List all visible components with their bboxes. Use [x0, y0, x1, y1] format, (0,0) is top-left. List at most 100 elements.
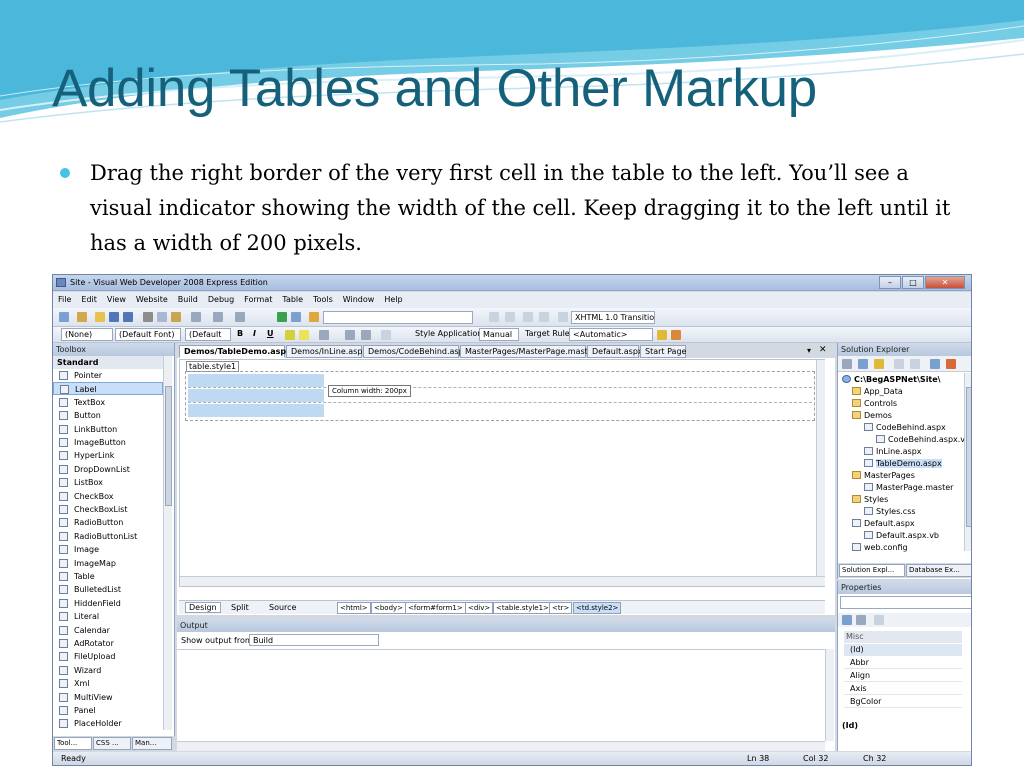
tree-item[interactable]: CodeBehind.aspx [864, 423, 946, 432]
breadcrumb-html[interactable]: <html> [337, 602, 371, 614]
view-code-icon[interactable] [894, 359, 904, 369]
start-debug-icon[interactable] [277, 312, 287, 322]
table-cell[interactable] [188, 389, 324, 402]
properties-object-combo[interactable] [840, 596, 971, 609]
toolbox-item-hiddenfield[interactable]: HiddenField [53, 597, 163, 610]
property-row[interactable]: (Id) [844, 644, 962, 656]
tab-inline[interactable]: Demos/InLine.aspx [286, 345, 367, 358]
style-combo[interactable]: (None) [61, 328, 113, 341]
tree-item[interactable]: Default.aspx [852, 519, 915, 528]
forecolor-icon[interactable] [285, 330, 295, 340]
open-icon[interactable] [95, 312, 105, 322]
menu-table[interactable]: Table [277, 292, 308, 308]
new-item-icon[interactable] [77, 312, 87, 322]
html-table[interactable]: Column width: 200px [185, 371, 815, 421]
tree-item[interactable]: Styles [852, 495, 888, 504]
menu-build[interactable]: Build [173, 292, 203, 308]
browser-icon[interactable] [291, 312, 301, 322]
tab-default[interactable]: Default.aspx [587, 345, 643, 358]
breadcrumb-tr[interactable]: <tr> [549, 602, 573, 614]
table-cell[interactable] [188, 374, 324, 387]
cut-icon[interactable] [143, 312, 153, 322]
size-combo[interactable]: (Default [185, 328, 231, 341]
copy-website-icon[interactable] [930, 359, 940, 369]
design-view-button[interactable]: Design [185, 602, 221, 613]
tree-item[interactable]: MasterPage.master [864, 483, 953, 492]
save-all-icon[interactable] [123, 312, 133, 322]
breadcrumb-div[interactable]: <div> [465, 602, 494, 614]
toolbox-item-hyperlink[interactable]: HyperLink [53, 449, 163, 462]
doctype-combo[interactable]: XHTML 1.0 Transition. [571, 311, 655, 324]
tab-masterpage[interactable]: MasterPages/MasterPage.master [460, 345, 596, 358]
breadcrumb-body[interactable]: <body> [371, 602, 407, 614]
breadcrumb-td[interactable]: <td.style2> [573, 602, 622, 614]
tab-start-page[interactable]: Start Page [640, 345, 686, 358]
properties-category[interactable]: Misc [844, 631, 962, 643]
tab-toolbox[interactable]: Tool... [54, 737, 92, 750]
toolbox-item-pointer[interactable]: Pointer [53, 369, 163, 382]
tree-item[interactable]: App_Data [852, 387, 903, 396]
hyperlink-icon[interactable] [381, 330, 391, 340]
redo-icon[interactable] [213, 312, 223, 322]
close-button[interactable]: ✕ [925, 276, 965, 289]
bulleted-list-icon[interactable] [361, 330, 371, 340]
source-view-button[interactable]: Source [269, 603, 296, 612]
minimize-button[interactable]: – [879, 276, 901, 289]
tree-item[interactable]: MasterPages [852, 471, 915, 480]
new-style-icon[interactable] [671, 330, 681, 340]
output-vscroll[interactable] [825, 649, 834, 741]
toolbox-item-imagemap[interactable]: ImageMap [53, 557, 163, 570]
tree-item[interactable]: Controls [852, 399, 897, 408]
toolbox-item-literal[interactable]: Literal [53, 610, 163, 623]
paste-icon[interactable] [171, 312, 181, 322]
tree-item[interactable]: InLine.aspx [864, 447, 922, 456]
find-combo[interactable] [323, 311, 473, 324]
property-row[interactable]: BgColor [844, 696, 962, 708]
toolbox-item-fileupload[interactable]: FileUpload [53, 650, 163, 663]
toolbox-item-table[interactable]: Table [53, 570, 163, 583]
menu-file[interactable]: File [53, 292, 76, 308]
toolbox-item-linkbutton[interactable]: LinkButton [53, 423, 163, 436]
editor-vscroll[interactable] [816, 360, 825, 576]
highlight-icon[interactable] [299, 330, 309, 340]
tab-database-explorer[interactable]: Database Ex... [906, 564, 971, 577]
tree-item[interactable]: Default.aspx.vb [864, 531, 939, 540]
close-document-icon[interactable]: ✕ [819, 345, 827, 355]
menu-tools[interactable]: Tools [308, 292, 338, 308]
tree-item[interactable]: web.config [852, 543, 908, 552]
font-combo[interactable]: (Default Font) [115, 328, 181, 341]
breadcrumb-form[interactable]: <form#form1> [405, 602, 466, 614]
table-cell[interactable] [188, 404, 324, 417]
toolbox-item-image[interactable]: Image [53, 543, 163, 556]
toolbox-item-panel[interactable]: Panel [53, 704, 163, 717]
menu-debug[interactable]: Debug [203, 292, 239, 308]
menu-window[interactable]: Window [338, 292, 380, 308]
property-row[interactable]: Axis [844, 683, 962, 695]
bold-button[interactable]: B [237, 329, 243, 338]
navigate-icon[interactable] [235, 312, 245, 322]
toolbox-section-standard[interactable]: Standard [53, 356, 163, 369]
comment-icon[interactable] [523, 312, 533, 322]
toolbox-item-calendar[interactable]: Calendar [53, 624, 163, 637]
save-icon[interactable] [109, 312, 119, 322]
toolbox-item-adrotator[interactable]: AdRotator [53, 637, 163, 650]
align-icon[interactable] [319, 330, 329, 340]
tab-tabledemo[interactable]: Demos/TableDemo.aspx* [179, 345, 295, 358]
alphabetical-icon[interactable] [856, 615, 866, 625]
uncomment-icon[interactable] [539, 312, 549, 322]
toolbox-item-wizard[interactable]: Wizard [53, 664, 163, 677]
toolbox-item-textbox[interactable]: TextBox [53, 396, 163, 409]
output-hscroll[interactable] [177, 741, 825, 751]
copy-icon[interactable] [157, 312, 167, 322]
tree-item[interactable]: CodeBehind.aspx.v [876, 435, 965, 444]
tab-codebehind[interactable]: Demos/CodeBehind.aspx [363, 345, 468, 358]
design-surface[interactable]: table.style1 Column width: 200px [179, 359, 825, 587]
menu-edit[interactable]: Edit [76, 292, 102, 308]
breadcrumb-table[interactable]: <table.style1> [493, 602, 552, 614]
tree-item[interactable]: C:\BegASPNet\Site\ [842, 375, 941, 384]
toolbox-item-xml[interactable]: Xml [53, 677, 163, 690]
solution-vscroll[interactable] [964, 373, 971, 551]
split-view-button[interactable]: Split [231, 603, 249, 612]
numbered-list-icon[interactable] [345, 330, 355, 340]
new-project-icon[interactable] [59, 312, 69, 322]
